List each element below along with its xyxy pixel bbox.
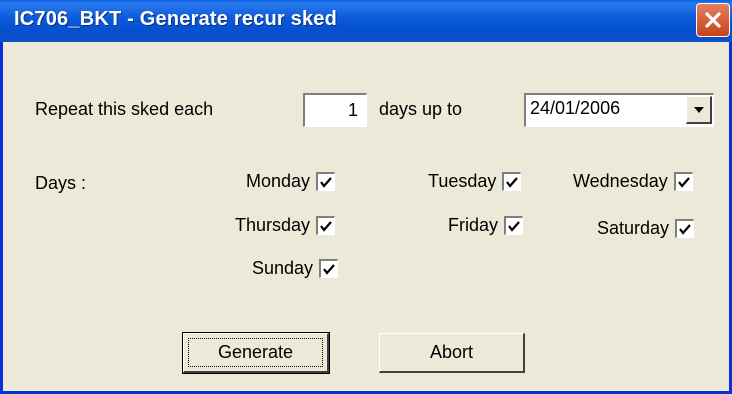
close-button[interactable] [696, 3, 730, 37]
checkbox[interactable] [316, 216, 336, 235]
day-label: Tuesday [428, 171, 497, 191]
check-icon [320, 221, 332, 232]
day-label: Saturday [597, 218, 670, 238]
checkbox[interactable] [502, 172, 522, 191]
day-label: Thursday [235, 215, 311, 235]
day-checkbox-saturday[interactable]: Saturday [597, 218, 695, 239]
check-icon [508, 221, 520, 232]
days-label: Days : [35, 173, 87, 193]
day-label: Sunday [252, 258, 314, 278]
check-icon [323, 264, 335, 275]
checkbox[interactable] [319, 259, 339, 278]
abort-button[interactable]: Abort [379, 333, 525, 373]
chevron-down-icon [694, 107, 704, 113]
focus-rectangle [188, 338, 323, 367]
check-icon [506, 177, 519, 188]
checkbox[interactable] [675, 219, 695, 238]
repeat-label: Repeat this sked each [35, 99, 214, 119]
checkbox[interactable] [504, 216, 524, 235]
check-icon [320, 177, 332, 188]
day-checkbox-tuesday[interactable]: Tuesday [428, 171, 522, 192]
day-checkbox-thursday[interactable]: Thursday [235, 215, 336, 236]
day-checkbox-wednesday[interactable]: Wednesday [573, 171, 693, 192]
interval-input[interactable]: 1 [303, 93, 367, 127]
checkbox[interactable] [316, 172, 336, 191]
day-label: Friday [448, 215, 499, 235]
day-label: Wednesday [573, 171, 668, 191]
abort-label: Abort [429, 342, 474, 362]
day-checkbox-sunday[interactable]: Sunday [252, 258, 339, 279]
day-checkbox-friday[interactable]: Friday [448, 215, 524, 236]
dropdown-button[interactable] [686, 96, 712, 124]
end-date-value: 24/01/2006 [530, 98, 621, 118]
dialog-window: IC706_BKT - Generate recur sked Repeat t… [0, 0, 732, 394]
window-title: IC706_BKT - Generate recur sked [14, 8, 338, 30]
generate-button[interactable]: Generate [182, 332, 330, 374]
check-icon [677, 177, 690, 188]
close-icon [705, 12, 721, 28]
title-bar[interactable]: IC706_BKT - Generate recur sked [0, 0, 732, 42]
days-up-to-label: days up to [379, 99, 463, 119]
day-label: Monday [246, 171, 311, 191]
end-date-dropdown[interactable]: 24/01/2006 [524, 93, 714, 127]
day-checkbox-monday[interactable]: Monday [246, 171, 336, 192]
check-icon [679, 224, 691, 235]
checkbox[interactable] [673, 172, 693, 191]
